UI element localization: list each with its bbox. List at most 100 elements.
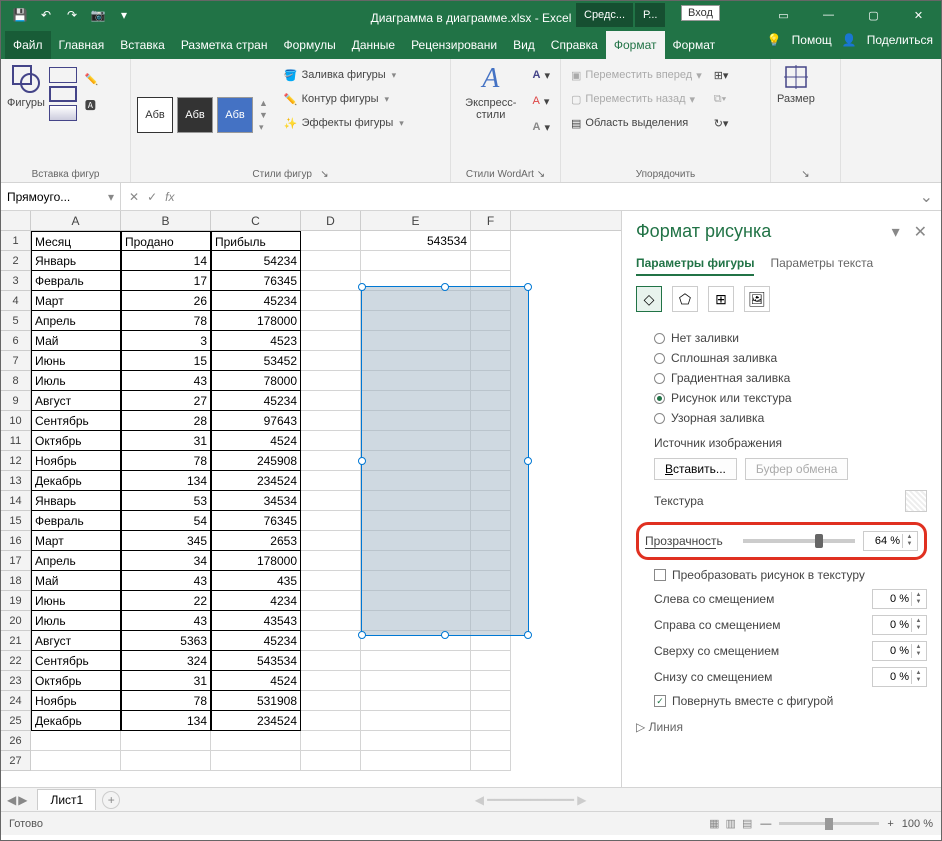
cell[interactable] xyxy=(301,631,361,651)
cell[interactable]: Месяц xyxy=(31,231,121,251)
cell[interactable]: Август xyxy=(31,631,121,651)
cell[interactable] xyxy=(211,751,301,771)
cell[interactable] xyxy=(301,411,361,431)
cell[interactable]: 134 xyxy=(121,711,211,731)
row-header[interactable]: 15 xyxy=(1,511,31,531)
shape-gallery[interactable] xyxy=(49,63,77,167)
cell[interactable] xyxy=(301,331,361,351)
col-header[interactable]: F xyxy=(471,211,511,230)
tab-formulas[interactable]: Формулы xyxy=(275,31,343,59)
cell[interactable] xyxy=(361,751,471,771)
row-header[interactable]: 13 xyxy=(1,471,31,491)
col-header[interactable]: E xyxy=(361,211,471,230)
selection-pane-btn[interactable]: ▤ Область выделения xyxy=(567,111,706,135)
cell[interactable]: 234524 xyxy=(211,471,301,491)
row-header[interactable]: 21 xyxy=(1,631,31,651)
row-header[interactable]: 20 xyxy=(1,611,31,631)
row-header[interactable]: 8 xyxy=(1,371,31,391)
text-effects-btn[interactable]: A▾ xyxy=(529,115,554,139)
cell[interactable] xyxy=(301,291,361,311)
cell[interactable]: 76345 xyxy=(211,511,301,531)
cell[interactable]: Октябрь xyxy=(31,431,121,451)
cell[interactable]: 54 xyxy=(121,511,211,531)
cell[interactable] xyxy=(361,671,471,691)
text-outline-btn[interactable]: A▾ xyxy=(529,89,554,113)
row-header[interactable]: 5 xyxy=(1,311,31,331)
row-header[interactable]: 6 xyxy=(1,331,31,351)
cell[interactable]: Июль xyxy=(31,611,121,631)
cell[interactable]: Февраль xyxy=(31,271,121,291)
tell-me-icon[interactable]: 💡 xyxy=(767,33,782,47)
cell[interactable]: Ноябрь xyxy=(31,691,121,711)
close-icon[interactable]: ✕ xyxy=(896,1,941,29)
tab-data[interactable]: Данные xyxy=(344,31,403,59)
tab-insert[interactable]: Вставка xyxy=(112,31,173,59)
cell[interactable] xyxy=(301,651,361,671)
shape-fill-btn[interactable]: 🪣 Заливка фигуры▾ xyxy=(280,63,408,87)
row-header[interactable]: 26 xyxy=(1,731,31,751)
formula-input[interactable] xyxy=(182,183,911,210)
texture-picker-btn[interactable] xyxy=(905,490,927,512)
rotate-btn[interactable]: ↻▾ xyxy=(710,111,733,135)
style-preset-3[interactable]: Абв xyxy=(217,97,253,133)
cell[interactable]: 78 xyxy=(121,451,211,471)
style-preset-2[interactable]: Абв xyxy=(177,97,213,133)
cell[interactable] xyxy=(301,671,361,691)
cell[interactable]: 245908 xyxy=(211,451,301,471)
page-layout-view-icon[interactable]: ▥ xyxy=(726,817,736,830)
tab-home[interactable]: Главная xyxy=(51,31,113,59)
cell[interactable]: Январь xyxy=(31,491,121,511)
line-section-expander[interactable]: ▷ Линия xyxy=(636,712,927,742)
cell[interactable] xyxy=(301,611,361,631)
cell[interactable]: 435 xyxy=(211,571,301,591)
tab-format-picture[interactable]: Формат xyxy=(665,31,724,59)
wordart-quick-styles[interactable]: A Экспресс-стили xyxy=(457,63,525,167)
cell[interactable] xyxy=(301,251,361,271)
cell[interactable] xyxy=(471,711,511,731)
cell[interactable]: 28 xyxy=(121,411,211,431)
zoom-in-btn[interactable]: + xyxy=(887,818,893,830)
picture-shape[interactable] xyxy=(361,286,529,636)
cancel-formula-icon[interactable]: ✕ xyxy=(129,190,139,204)
tab-shape-options[interactable]: Параметры фигуры xyxy=(636,252,754,276)
cell[interactable] xyxy=(121,731,211,751)
zoom-out-btn[interactable]: — xyxy=(760,818,771,830)
horizontal-scrollbar[interactable]: ◀ ━━━━━━━━━━━━ ▶ xyxy=(120,793,941,807)
cell[interactable]: 17 xyxy=(121,271,211,291)
edit-shape-btn[interactable]: ✏️ xyxy=(81,67,103,91)
cell[interactable]: Май xyxy=(31,571,121,591)
cell[interactable] xyxy=(301,231,361,251)
cell[interactable]: 54234 xyxy=(211,251,301,271)
cell[interactable] xyxy=(471,731,511,751)
gallery-more[interactable]: ▾ xyxy=(259,122,268,133)
row-header[interactable]: 1 xyxy=(1,231,31,251)
row-header[interactable]: 7 xyxy=(1,351,31,371)
cell[interactable]: 543534 xyxy=(211,651,301,671)
rotate-with-shape-check[interactable]: ✓Повернуть вместе с фигурой xyxy=(636,690,927,712)
maximize-icon[interactable]: ▢ xyxy=(851,1,896,29)
offset-top-spinner[interactable]: ▲▼ xyxy=(872,641,927,661)
cell[interactable] xyxy=(471,231,511,251)
cell[interactable] xyxy=(31,751,121,771)
cell[interactable]: 234524 xyxy=(211,711,301,731)
tab-format-shape[interactable]: Формат xyxy=(606,31,665,59)
cell[interactable] xyxy=(301,351,361,371)
cell[interactable]: Июнь xyxy=(31,351,121,371)
cell[interactable]: Декабрь xyxy=(31,711,121,731)
cell[interactable]: Прибыль xyxy=(211,231,301,251)
save-icon[interactable]: 💾 xyxy=(9,4,31,26)
fill-pattern-radio[interactable]: Узорная заливка xyxy=(636,408,927,428)
cell[interactable]: 15 xyxy=(121,351,211,371)
cell[interactable]: 22 xyxy=(121,591,211,611)
col-header[interactable]: A xyxy=(31,211,121,230)
redo-icon[interactable]: ↷ xyxy=(61,4,83,26)
cell[interactable] xyxy=(301,471,361,491)
shape-effects-btn[interactable]: ✨ Эффекты фигуры▾ xyxy=(280,111,408,135)
cell[interactable]: 4523 xyxy=(211,331,301,351)
cell[interactable]: Продано xyxy=(121,231,211,251)
cell[interactable]: Ноябрь xyxy=(31,451,121,471)
ribbon-options-icon[interactable]: ▭ xyxy=(761,1,806,29)
cell[interactable]: 4524 xyxy=(211,431,301,451)
transparency-slider[interactable] xyxy=(743,539,855,543)
picture-icon[interactable]: 🖼 xyxy=(744,286,770,312)
